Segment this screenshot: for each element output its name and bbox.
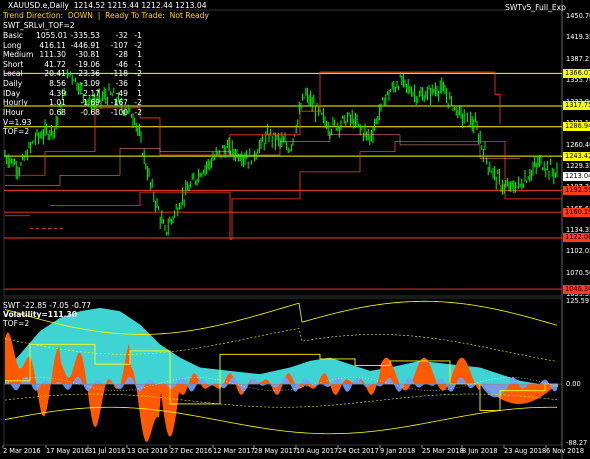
stats-cell-b: -19.06 xyxy=(75,59,100,69)
price-axis-label: 1102.05 xyxy=(566,247,590,256)
time-axis-label: 6 Nov 2018 xyxy=(546,447,585,455)
stats-cell-d: -2 xyxy=(134,98,142,108)
stats-cell-name: IHour xyxy=(3,107,24,117)
level-tag: 1192.59 xyxy=(563,185,590,195)
stats-cell-d: 1 xyxy=(137,88,142,98)
stats-cell-b: -1.69 xyxy=(80,98,100,108)
time-axis-label: 17 May 2016 xyxy=(46,447,89,455)
stats-cell-c: -46 xyxy=(115,59,128,69)
time-axis-label: 27 Dec 2016 xyxy=(170,447,213,455)
stats-cell-c: -32 xyxy=(115,31,128,40)
price-axis-label: 1134.35 xyxy=(566,225,590,234)
time-axis-label: 2 Mar 2016 xyxy=(3,447,41,455)
trend-direction-text: Trend Direction: DOWN | Ready To Trade: … xyxy=(3,11,209,20)
stats-cell-d: -2 xyxy=(134,40,142,50)
oscillator-axis-label: 125.59 xyxy=(566,296,590,305)
stats-cell-name: Basic xyxy=(3,31,24,40)
stats-cell-d: 1 xyxy=(137,78,142,88)
time-axis-label: 23 Aug 2018 xyxy=(504,447,547,455)
time-axis-label: 28 May 2017 xyxy=(254,447,297,455)
time-axis-label: 12 Mar 2017 xyxy=(213,447,255,455)
lower-envelope xyxy=(4,406,558,435)
stats-cell-name: Medium xyxy=(3,50,34,60)
price-axis-label: 1229.35 xyxy=(566,161,590,170)
stats-cell-c: -49 xyxy=(115,88,128,98)
oscillator-axis-label: -88.27 xyxy=(566,438,588,447)
stats-cell-a: 20.41 xyxy=(44,69,66,79)
stats-cell-name: IDay xyxy=(3,88,21,98)
stats-cell-d: -2 xyxy=(134,107,142,117)
stats-row-long: Long 416.11 -446.91 -107 -2 xyxy=(3,41,142,51)
mid-trail xyxy=(5,134,520,186)
stats-cell-b: -446.91 xyxy=(70,40,100,50)
stats-cell-c: -36 xyxy=(115,78,128,88)
stats-cell-a: 8.56 xyxy=(49,78,66,88)
tof-label: TOF=2 xyxy=(3,127,30,136)
level-tag: 1366.07 xyxy=(563,68,590,78)
stats-table: Basic 1055.01 -335.53 -32 -1 Long 416.11 -446.9… xyxy=(3,31,142,117)
time-axis-label: 25 Mar 2018 xyxy=(422,447,464,455)
time-axis-label: 8 Jun 2018 xyxy=(462,447,498,455)
stats-cell-name: Local xyxy=(3,69,23,79)
stats-row-hourly: Hourly 1.01 -1.69 -167 -2 xyxy=(3,98,142,108)
level-tag: 1213.04 xyxy=(563,172,590,182)
level-tag: 1046.34 xyxy=(563,284,590,294)
price-axis-label: 1419.35 xyxy=(566,33,590,42)
level-tag: 1286.94 xyxy=(563,122,590,132)
stats-cell-a: 416.11 xyxy=(39,40,66,50)
stats-cell-b: -0.68 xyxy=(80,107,100,117)
level-tag: 1160.19 xyxy=(563,207,590,217)
srlvl-label: SWT_SRLvl_TOF=2 xyxy=(3,21,75,30)
stats-cell-a: 4.39 xyxy=(49,88,66,98)
stats-cell-c: -28 xyxy=(115,50,128,60)
stats-cell-a: 111.30 xyxy=(39,50,66,60)
lower-envelope-dashed xyxy=(4,393,558,408)
stats-cell-d: -2 xyxy=(134,69,142,79)
level-tag: 1122.00 xyxy=(563,233,590,243)
level-tag: 1243.42 xyxy=(563,151,590,161)
stats-cell-a: 1.01 xyxy=(49,98,66,108)
stats-cell-name: Hourly xyxy=(3,98,28,108)
stats-cell-d: -1 xyxy=(134,31,142,40)
price-axis-label: 1450.70 xyxy=(566,12,590,21)
stats-cell-b: -335.53 xyxy=(70,31,100,40)
stats-cell-d: 1 xyxy=(137,50,142,60)
stats-cell-a: 0.68 xyxy=(49,107,66,117)
stats-row-medium: Medium 111.30 -30.81 -28 1 xyxy=(3,50,142,60)
stats-row-short: Short 41.72 -19.06 -46 -1 xyxy=(3,60,142,70)
level-tag: 1317.75 xyxy=(563,101,590,111)
stats-row-local: Local 20.41 -23.36 -118 -2 xyxy=(3,69,142,79)
time-axis-label: 31 Jul 2016 xyxy=(88,447,126,455)
price-axis-label: 1070.50 xyxy=(566,268,590,277)
stats-cell-d: -1 xyxy=(134,59,142,69)
symbol-line: XAUUSD.e,Daily 1214.52 1215.44 1212.44 1… xyxy=(8,1,207,10)
stats-cell-name: Short xyxy=(3,59,24,69)
stats-row-basic: Basic 1055.01 -335.53 -32 -1 xyxy=(3,31,142,41)
stats-row-ihour: IHour 0.68 -0.68 -100 -2 xyxy=(3,108,142,118)
stats-cell-a: 1055.01 xyxy=(36,31,68,40)
stats-row-iday: IDay 4.39 -2.17 -49 1 xyxy=(3,89,142,99)
stats-cell-name: Daily xyxy=(3,78,23,88)
stats-cell-b: -30.81 xyxy=(75,50,100,60)
stats-cell-b: -3.09 xyxy=(80,78,100,88)
stats-cell-c: -107 xyxy=(110,40,128,50)
stats-cell-b: -2.17 xyxy=(80,88,100,98)
oscillator-axis-label: 0.00 xyxy=(566,380,581,389)
sub-tof-label: TOF=2 xyxy=(3,319,30,328)
stats-cell-c: -100 xyxy=(110,107,128,117)
stats-cell-b: -23.36 xyxy=(75,69,100,79)
time-axis-label: 9 Jan 2018 xyxy=(380,447,416,455)
time-axis-label: 24 Oct 2017 xyxy=(338,447,379,455)
price-axis-label: 1387.25 xyxy=(566,55,590,64)
stats-cell-a: 41.72 xyxy=(44,59,66,69)
price-axis-label: 1260.40 xyxy=(566,140,590,149)
time-axis-label: 13 Oct 2016 xyxy=(127,447,168,455)
stats-cell-c: -118 xyxy=(110,69,128,79)
time-axis-label: 10 Aug 2017 xyxy=(296,447,339,455)
indicator-name: SWTv5_Full_Exp xyxy=(505,3,566,12)
stats-cell-name: Long xyxy=(3,40,22,50)
stats-cell-c: -167 xyxy=(110,98,128,108)
stats-row-daily: Daily 8.56 -3.09 -36 1 xyxy=(3,79,142,89)
cyan-area xyxy=(5,307,558,388)
